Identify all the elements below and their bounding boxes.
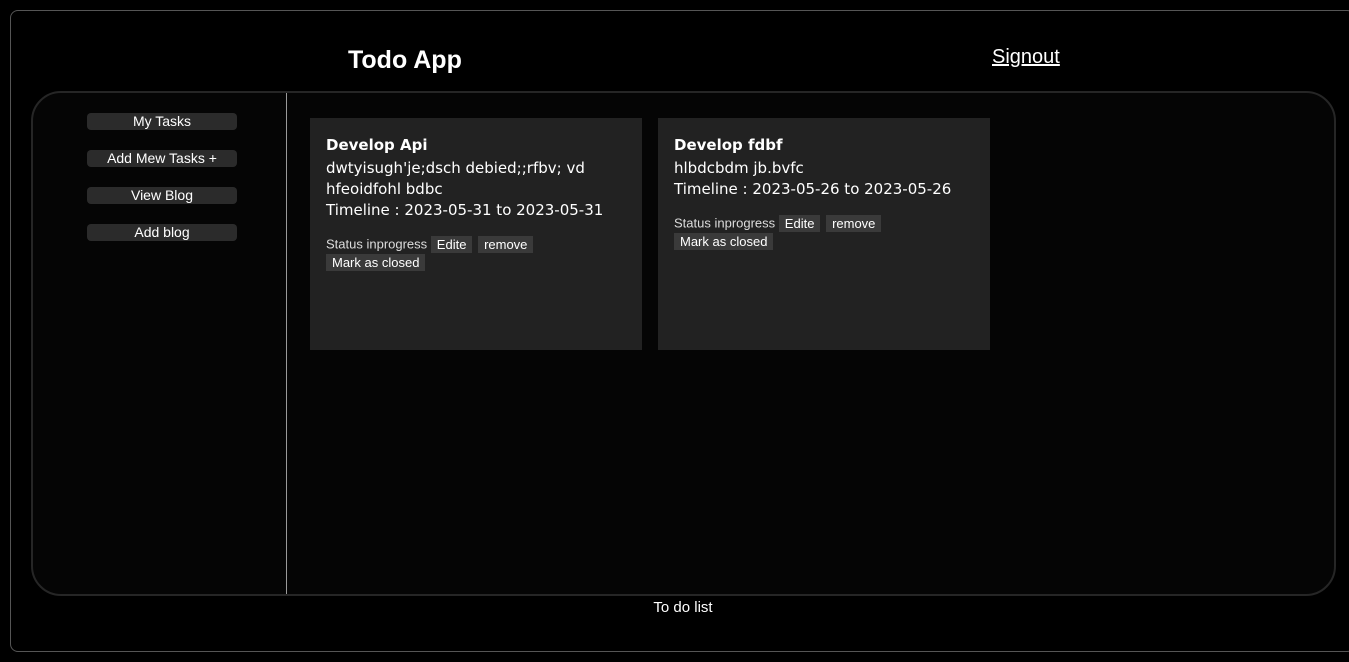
task-status: Status inprogress (674, 215, 776, 231)
task-actions: Status inprogress Edite remove Mark as c… (326, 235, 626, 272)
task-timeline: Timeline : 2023-05-31 to 2023-05-31 (326, 201, 604, 219)
mark-closed-button[interactable]: Mark as closed (674, 233, 774, 251)
task-title: Develop fdbf (674, 136, 783, 154)
edit-task-button[interactable]: Edite (778, 214, 821, 232)
remove-task-button[interactable]: remove (478, 235, 534, 253)
task-description: dwtyisugh'je;dsch debied;;rfbv; vd hfeoi… (326, 159, 585, 198)
task-title: Develop Api (326, 136, 428, 154)
task-status: Status inprogress (326, 236, 428, 252)
app-title: Todo App (348, 46, 462, 74)
add-blog-button[interactable]: Add blog (87, 224, 237, 241)
sidebar: My Tasks Add Mew Tasks + View Blog Add b… (33, 93, 287, 594)
my-tasks-button[interactable]: My Tasks (87, 113, 237, 130)
task-card: Develop fdbf hlbdcbdm jb.bvfc Timeline :… (658, 118, 990, 350)
task-actions: Status inprogress Edite remove Mark as c… (674, 214, 974, 251)
task-timeline: Timeline : 2023-05-26 to 2023-05-26 (674, 180, 952, 198)
remove-task-button[interactable]: remove (826, 214, 882, 232)
task-card: Develop Api dwtyisugh'je;dsch debied;;rf… (310, 118, 642, 350)
mark-closed-button[interactable]: Mark as closed (326, 254, 426, 272)
signout-link[interactable]: Signout (992, 46, 1060, 69)
view-blog-button[interactable]: View Blog (87, 187, 237, 204)
edit-task-button[interactable]: Edite (430, 235, 473, 253)
main-panel: My Tasks Add Mew Tasks + View Blog Add b… (31, 91, 1336, 596)
footer-text: To do list (653, 599, 713, 616)
add-new-task-button[interactable]: Add Mew Tasks + (87, 150, 237, 167)
task-description: hlbdcbdm jb.bvfc (674, 159, 804, 177)
